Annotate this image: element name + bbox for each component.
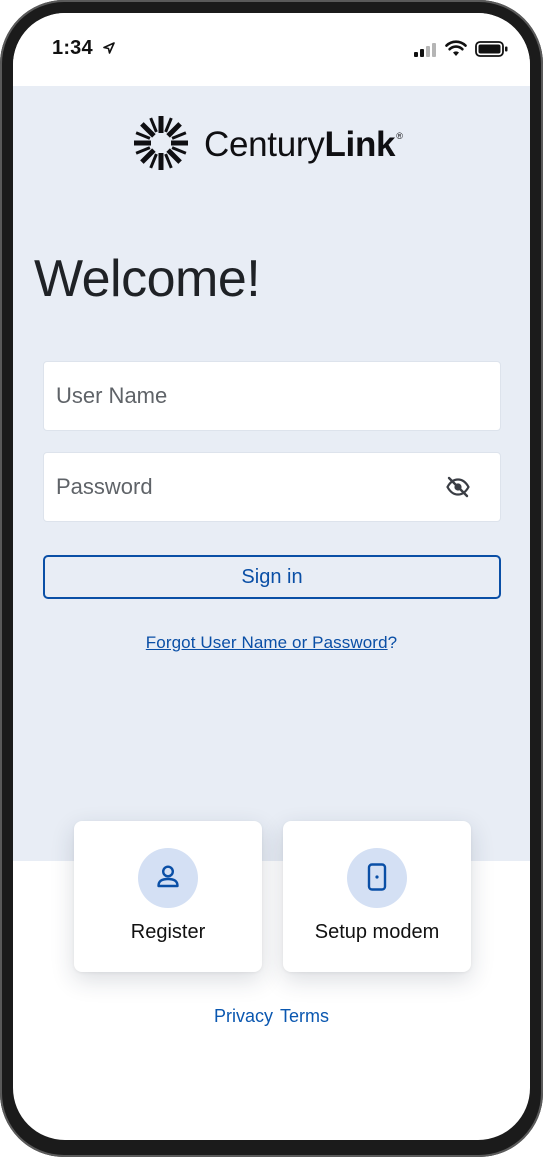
modem-icon	[367, 863, 387, 891]
username-input[interactable]	[44, 362, 500, 430]
forgot-credentials: Forgot User Name or Password?	[13, 633, 530, 653]
terms-link[interactable]: Terms	[280, 1006, 329, 1026]
app-screen: 1:34 CenturyLink® Welcome! User Name Sig…	[13, 13, 530, 1140]
legal-links: Privacy Terms	[13, 1006, 530, 1027]
brand-name-light: Century	[204, 125, 325, 164]
setup-modem-label: Setup modem	[314, 921, 440, 943]
register-icon-circle	[138, 848, 198, 908]
wifi-icon	[445, 40, 467, 56]
centurylink-logo: CenturyLink®	[129, 113, 419, 175]
password-input[interactable]	[44, 453, 500, 521]
location-arrow-icon	[103, 42, 115, 54]
privacy-link[interactable]: Privacy	[214, 1006, 273, 1026]
status-time: 1:34	[52, 37, 93, 59]
status-bar: 1:34	[13, 13, 530, 86]
register-card[interactable]: Register	[74, 821, 262, 972]
username-field[interactable]	[43, 361, 501, 431]
battery-icon	[475, 41, 508, 57]
eye-slash-icon[interactable]	[446, 475, 470, 499]
setup-modem-card[interactable]: Setup modem	[283, 821, 471, 972]
brand-name: CenturyLink®	[204, 125, 403, 165]
sign-in-button[interactable]: Sign in	[43, 555, 501, 599]
brand-registered-mark: ®	[396, 131, 403, 141]
password-field[interactable]	[43, 452, 501, 522]
cellular-signal-icon	[414, 43, 436, 57]
page-title: Welcome!	[34, 250, 261, 308]
register-label: Register	[130, 921, 206, 943]
person-icon	[157, 865, 179, 888]
centurylink-burst-icon	[134, 116, 188, 170]
forgot-credentials-suffix: ?	[387, 633, 398, 652]
phone-frame: 1:34 CenturyLink® Welcome! User Name Sig…	[0, 0, 543, 1157]
modem-icon-circle	[347, 848, 407, 908]
forgot-credentials-link[interactable]: Forgot User Name or Password	[146, 633, 388, 652]
brand-name-bold: Link	[324, 125, 396, 164]
